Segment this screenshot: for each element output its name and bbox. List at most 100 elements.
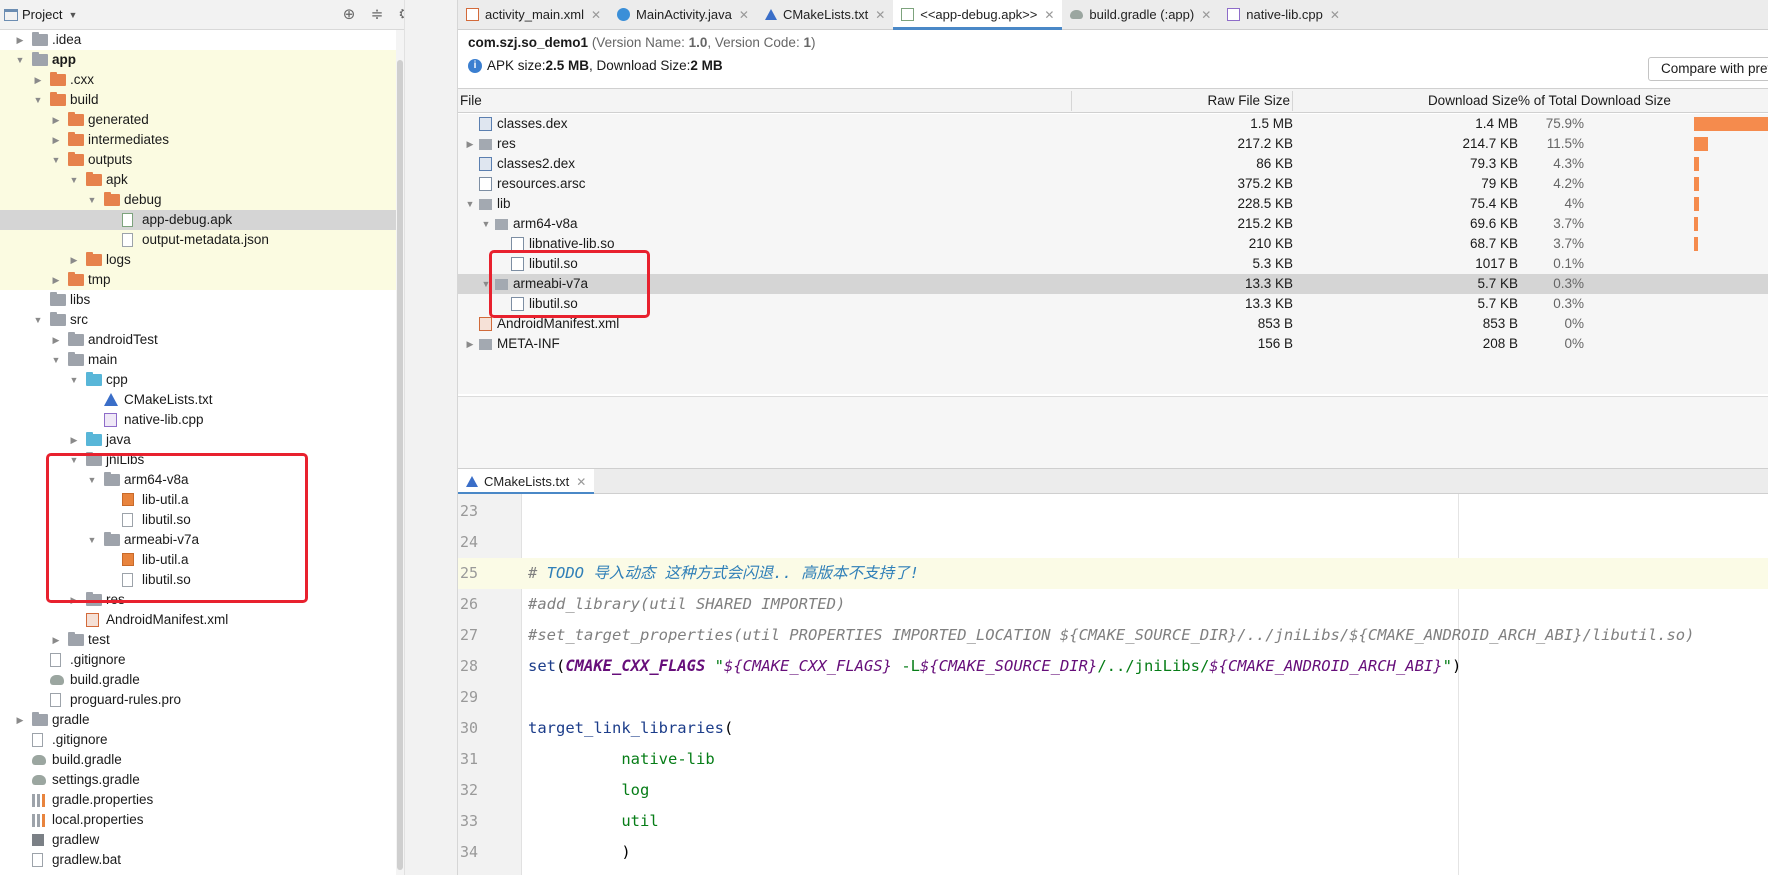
tree-item[interactable]: ▼ main bbox=[0, 350, 446, 370]
table-row[interactable]: libnative-lib.so 210 KB 68.7 KB 3.7% bbox=[458, 234, 1768, 254]
scrollbar-thumb[interactable] bbox=[397, 60, 403, 870]
tree-item[interactable]: CMakeLists.txt bbox=[0, 390, 446, 410]
chevron-down-icon[interactable]: ▼ bbox=[14, 50, 26, 70]
chevron-right-icon[interactable]: ▶ bbox=[14, 710, 26, 730]
percent: 4% bbox=[1564, 196, 1584, 211]
chevron-right-icon[interactable]: ▶ bbox=[32, 70, 44, 90]
tree-item[interactable]: ▶ java bbox=[0, 430, 446, 450]
table-row[interactable]: AndroidManifest.xml 853 B 853 B 0% bbox=[458, 314, 1768, 334]
chevron-down-icon[interactable]: ▼ bbox=[50, 150, 62, 170]
chevron-down-icon[interactable]: ▼ bbox=[480, 214, 492, 234]
tree-item[interactable]: ▼ app bbox=[0, 50, 446, 70]
tree-item[interactable]: ▶ .cxx bbox=[0, 70, 446, 90]
tree-item[interactable]: build.gradle bbox=[0, 750, 446, 770]
table-row[interactable]: libutil.so 13.3 KB 5.7 KB 0.3% bbox=[458, 294, 1768, 314]
tree-item[interactable]: proguard-rules.pro bbox=[0, 690, 446, 710]
tree-item[interactable]: gradle.properties bbox=[0, 790, 446, 810]
close-icon[interactable]: ✕ bbox=[739, 8, 749, 22]
tree-item[interactable]: ▶ tmp bbox=[0, 270, 446, 290]
chevron-right-icon[interactable]: ▶ bbox=[14, 30, 26, 50]
tree-item[interactable]: ▶ gradle bbox=[0, 710, 446, 730]
table-row[interactable]: classes.dex 1.5 MB 1.4 MB 75.9% bbox=[458, 114, 1768, 134]
tree-item[interactable]: ▶ test bbox=[0, 630, 446, 650]
tree-item[interactable]: gradlew.bat bbox=[0, 850, 446, 870]
percent: 0.3% bbox=[1553, 276, 1584, 291]
chevron-right-icon[interactable]: ▶ bbox=[68, 430, 80, 450]
tab-cmakelists[interactable]: CMakeLists.txt ✕ bbox=[458, 469, 595, 495]
editor-tab[interactable]: native-lib.cpp ✕ bbox=[1219, 0, 1348, 29]
tree-item[interactable]: output-metadata.json bbox=[0, 230, 446, 250]
editor-tab[interactable]: MainActivity.java ✕ bbox=[609, 0, 757, 29]
project-view-selector[interactable]: Project bbox=[22, 7, 62, 22]
tree-item[interactable]: ▶ generated bbox=[0, 110, 446, 130]
chevron-right-icon[interactable]: ▶ bbox=[50, 270, 62, 290]
chevron-down-icon[interactable]: ▼ bbox=[68, 370, 80, 390]
tree-item[interactable]: gradlew bbox=[0, 830, 446, 850]
tree-item[interactable]: ▶ logs bbox=[0, 250, 446, 270]
tree-item[interactable]: ▼ build bbox=[0, 90, 446, 110]
table-row[interactable]: ▼ lib 228.5 KB 75.4 KB 4% bbox=[458, 194, 1768, 214]
close-icon[interactable]: ✕ bbox=[875, 8, 885, 22]
tree-item[interactable]: .gitignore bbox=[0, 730, 446, 750]
project-scrollbar[interactable] bbox=[396, 30, 404, 875]
compare-button[interactable]: Compare with previous APK... bbox=[1648, 57, 1768, 81]
chevron-right-icon[interactable]: ▶ bbox=[68, 250, 80, 270]
table-row[interactable]: ▼ arm64-v8a 215.2 KB 69.6 KB 3.7% bbox=[458, 214, 1768, 234]
chevron-right-icon[interactable]: ▶ bbox=[50, 110, 62, 130]
tree-item[interactable]: native-lib.cpp bbox=[0, 410, 446, 430]
tree-item[interactable]: ▼ debug bbox=[0, 190, 446, 210]
chevron-down-icon[interactable]: ▼ bbox=[68, 170, 80, 190]
folder-icon bbox=[68, 132, 84, 146]
editor-tab[interactable]: CMakeLists.txt ✕ bbox=[757, 0, 893, 29]
tree-item[interactable]: app-debug.apk bbox=[0, 210, 446, 230]
tree-item[interactable]: .gitignore bbox=[0, 650, 446, 670]
chevron-right-icon[interactable]: ▶ bbox=[464, 334, 476, 354]
chevron-right-icon[interactable]: ▶ bbox=[50, 130, 62, 150]
table-row[interactable]: libutil.so 5.3 KB 1017 B 0.1% bbox=[458, 254, 1768, 274]
chevron-down-icon[interactable]: ▼ bbox=[68, 10, 77, 20]
close-icon[interactable]: ✕ bbox=[1330, 8, 1340, 22]
tree-item[interactable]: ▼ outputs bbox=[0, 150, 446, 170]
col-download-size[interactable]: Download Size bbox=[1428, 93, 1518, 108]
tree-item[interactable]: settings.gradle bbox=[0, 770, 446, 790]
table-row[interactable]: resources.arsc 375.2 KB 79 KB 4.2% bbox=[458, 174, 1768, 194]
collapse-all-icon[interactable]: ≑ bbox=[368, 6, 386, 24]
tree-item[interactable]: ▶ intermediates bbox=[0, 130, 446, 150]
locate-icon[interactable]: ⊕ bbox=[340, 6, 358, 24]
percent: 0% bbox=[1564, 316, 1584, 331]
tree-item[interactable]: ▼ apk bbox=[0, 170, 446, 190]
col-raw-size[interactable]: Raw File Size bbox=[1207, 93, 1290, 108]
table-row[interactable]: ▶ META-INF 156 B 208 B 0% bbox=[458, 334, 1768, 354]
close-icon[interactable]: ✕ bbox=[1044, 8, 1054, 22]
code-editor[interactable]: 23 24 25 # TODO 导入动态 这种方式会闪退.. 高版本不支持了! 26 #a… bbox=[458, 494, 1768, 875]
table-row[interactable]: ▶ res 217.2 KB 214.7 KB 11.5% bbox=[458, 134, 1768, 154]
editor-tab[interactable]: build.gradle (:app) ✕ bbox=[1062, 0, 1219, 29]
tree-item[interactable]: libs bbox=[0, 290, 446, 310]
chevron-down-icon[interactable]: ▼ bbox=[32, 90, 44, 110]
chevron-down-icon[interactable]: ▼ bbox=[86, 190, 98, 210]
tree-item[interactable]: ▶ androidTest bbox=[0, 330, 446, 350]
editor-tab[interactable]: activity_main.xml ✕ bbox=[458, 0, 609, 29]
col-file[interactable]: File bbox=[460, 93, 482, 108]
panel-splitter[interactable] bbox=[404, 0, 458, 875]
file-name: lib bbox=[497, 196, 511, 211]
table-row[interactable]: ▼ armeabi-v7a 13.3 KB 5.7 KB 0.3% bbox=[458, 274, 1768, 294]
chevron-right-icon[interactable]: ▶ bbox=[50, 630, 62, 650]
close-icon[interactable]: ✕ bbox=[591, 8, 601, 22]
tree-item[interactable]: local.properties bbox=[0, 810, 446, 830]
close-icon[interactable]: ✕ bbox=[576, 475, 586, 489]
table-row[interactable]: classes2.dex 86 KB 79.3 KB 4.3% bbox=[458, 154, 1768, 174]
close-icon[interactable]: ✕ bbox=[1201, 8, 1211, 22]
chevron-down-icon[interactable]: ▼ bbox=[50, 350, 62, 370]
tree-item[interactable]: AndroidManifest.xml bbox=[0, 610, 446, 630]
col-percent[interactable]: % of Total Download Size bbox=[1518, 93, 1671, 108]
chevron-down-icon[interactable]: ▼ bbox=[464, 194, 476, 214]
chevron-down-icon[interactable]: ▼ bbox=[32, 310, 44, 330]
tree-item[interactable]: ▶ .idea bbox=[0, 30, 446, 50]
tree-item[interactable]: ▼ src bbox=[0, 310, 446, 330]
editor-tab[interactable]: <<app-debug.apk>> ✕ bbox=[893, 0, 1063, 30]
chevron-right-icon[interactable]: ▶ bbox=[50, 330, 62, 350]
tree-item[interactable]: ▼ cpp bbox=[0, 370, 446, 390]
chevron-right-icon[interactable]: ▶ bbox=[464, 134, 476, 154]
tree-item[interactable]: build.gradle bbox=[0, 670, 446, 690]
